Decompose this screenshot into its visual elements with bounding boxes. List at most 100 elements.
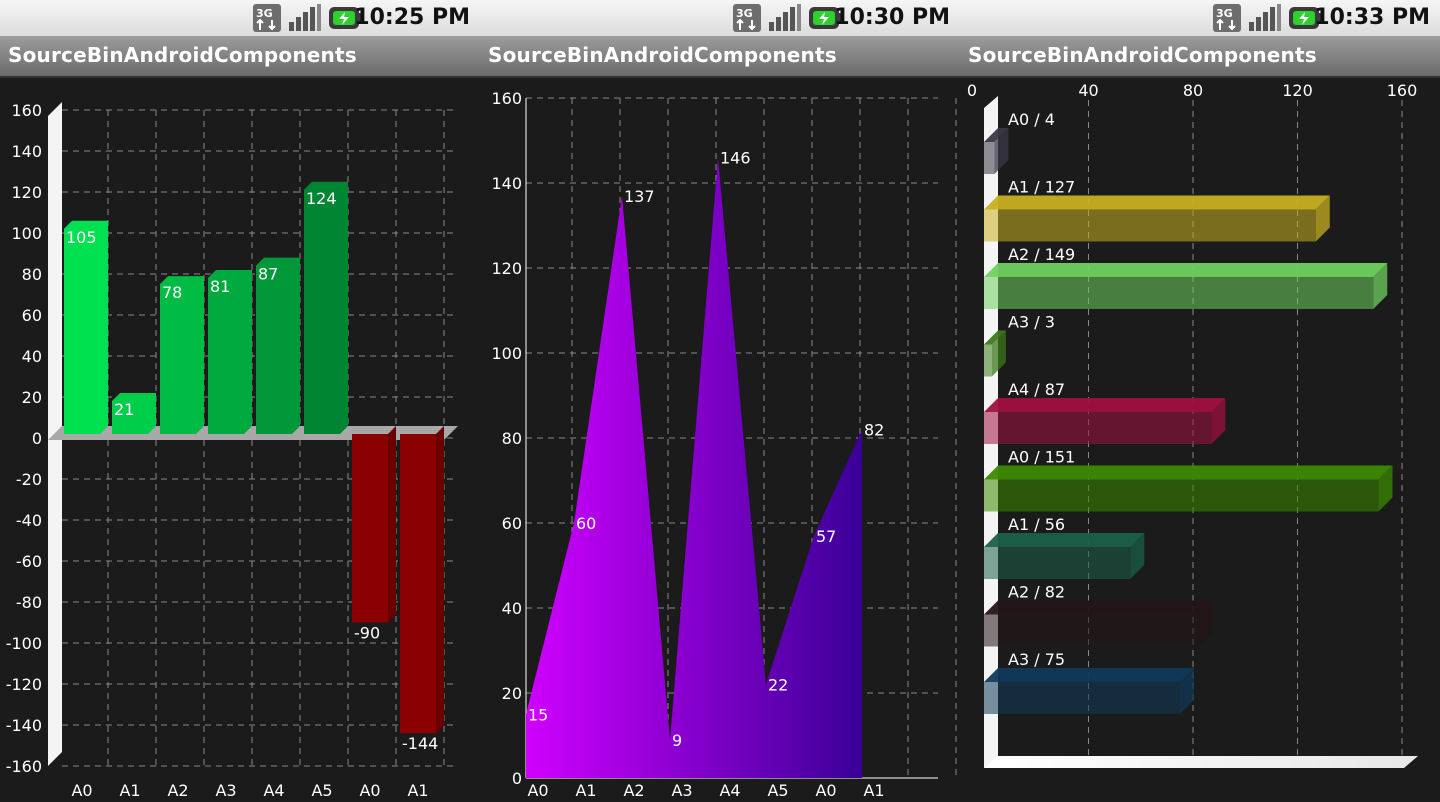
title-bar: SourceBinAndroidComponents [480,36,960,78]
x-tick-label: A2 [167,781,188,800]
svg-text:3G: 3G [736,7,753,20]
x-tick-label: A0 [71,781,92,800]
bar [352,434,388,623]
x-tick-label: A5 [767,781,788,800]
y-tick-label: 20 [22,388,42,407]
area-chart: 0 20 40 60 80 100 120 140 160 15 A0 60 A1 137 A2 9 A3 146… [480,78,960,802]
area-chart-svg: 0 20 40 60 80 100 120 140 160 15 A0 60 A1 137 A2 9 A3 146… [491,89,957,800]
y-tick-label: -120 [6,675,42,694]
network-3g-icon: 3G [253,4,281,32]
point-value-label: 22 [768,676,788,695]
x-tick-label: A0 [527,781,548,800]
y-tick-label: -40 [16,511,42,530]
bar [984,277,1374,309]
x-tick-label: 80 [1183,81,1203,100]
bar-top [984,263,1388,277]
bar-side [388,426,396,623]
y-tick-label: 120 [491,259,522,278]
svg-text:3G: 3G [256,7,273,20]
bar-value-label: 78 [162,283,182,302]
x-tick-label: A1 [407,781,428,800]
point-value-label: 15 [528,705,548,724]
y-tick-label: -80 [16,593,42,612]
bar [984,344,992,377]
y-tick-label: 40 [502,599,522,618]
x-tick-label: 160 [1387,81,1418,100]
status-bar: 3G 10:33 PM [960,0,1440,36]
point-value-label: 57 [816,527,836,546]
y-tick-label: 80 [22,265,42,284]
bar-top [984,195,1330,210]
bar-top [984,398,1226,412]
screen-bar-chart: 3G 10:25 PM SourceBinAndroidComponents 1… [0,0,480,802]
svg-text:3G: 3G [1216,7,1233,20]
bar-label: A3 / 3 [1008,313,1055,332]
point-value-label: 9 [672,731,682,750]
bar [984,547,1131,579]
bar-top [984,465,1393,480]
bar-top [984,668,1194,682]
y-tick-label: -160 [6,757,42,776]
network-3g-icon: 3G [733,4,761,32]
horizontal-bar-chart: 0 40 80 120 160 A0 / 4 A1 / 127 A2 / 149 A3 / 3 A… [960,78,1440,802]
point-value-label: 82 [864,421,884,440]
bar-label: A4 / 87 [1008,380,1065,399]
bar-value-label: 87 [258,265,278,284]
x-tick-label: A3 [215,781,236,800]
y-tick-label: 160 [11,101,42,120]
bar-value-label: 81 [210,277,230,296]
bar-top [984,533,1145,547]
y-tick-label: -20 [16,470,42,489]
y-tick-label: 0 [512,769,522,788]
bar [984,682,1180,714]
bar [984,479,1379,512]
x-tick-label: 120 [1282,81,1313,100]
signal-strength-icon [289,4,321,31]
bar-label: A0 / 4 [1008,110,1055,129]
y-tick-label: 100 [491,344,522,363]
status-time: 10:25 PM [354,5,470,30]
y-tick-label: 140 [11,142,42,161]
bar-value-label: 105 [66,228,97,247]
bar [984,142,995,174]
x-tick-label: 0 [967,81,977,100]
screen-horizontal-bar-chart: 3G 10:33 PM SourceBinAndroidComponents 0… [960,0,1440,802]
y-tick-label: 60 [502,514,522,533]
signal-strength-icon [1249,4,1281,31]
title-bar: SourceBinAndroidComponents [0,36,480,78]
point-value-label: 137 [624,187,655,206]
x-tick-label: A0 [359,781,380,800]
bar-value-label: 21 [114,400,134,419]
bar-label: A2 / 149 [1008,245,1075,264]
screen-area-chart: 3G 10:30 PM SourceBinAndroidComponents 0… [480,0,960,802]
bar-label: A3 / 75 [1008,650,1065,669]
point-value-label: 146 [720,149,751,168]
x-tick-label: A5 [311,781,332,800]
y-tick-label: 80 [502,429,522,448]
bar [984,412,1212,444]
x-tick-label: A4 [719,781,740,800]
x-tick-label: A3 [671,781,692,800]
bar-side [436,426,444,734]
x-tick-label: A1 [863,781,884,800]
bar-value-label: -90 [354,624,380,643]
status-bar: 3G 10:30 PM [480,0,960,36]
point-value-label: 60 [576,514,596,533]
bar-chart-svg: 160 140 120 100 80 60 40 20 0 -20 -40 -60 -80 -100 -12… [6,101,458,800]
status-time: 10:33 PM [1314,5,1430,30]
bar-label: A1 / 56 [1008,515,1065,534]
app-title: SourceBinAndroidComponents [8,43,357,67]
bar-face [304,189,340,434]
x-tick-label: A2 [623,781,644,800]
y-tick-label: 160 [491,89,522,108]
y-tick-label: 140 [491,174,522,193]
x-tick-label: 40 [1078,81,1098,100]
bar-face [64,228,100,434]
bar [400,434,436,734]
app-title: SourceBinAndroidComponents [488,43,837,67]
x-tick-label: A0 [815,781,836,800]
bar-value-label: 124 [306,189,337,208]
signal-strength-icon [769,4,801,31]
y-tick-label: -100 [6,634,42,653]
zero-floor [48,426,458,440]
